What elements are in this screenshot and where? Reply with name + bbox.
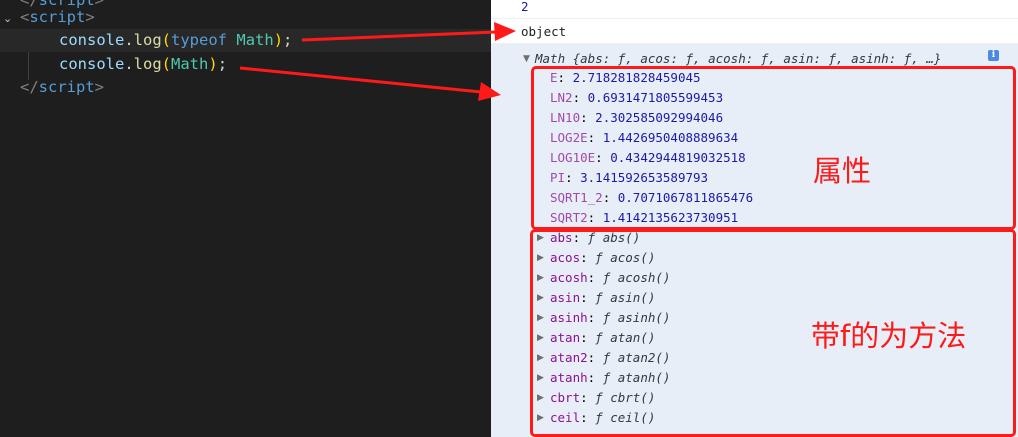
arrow-math-head	[478, 82, 501, 101]
arrow-typeof-line	[301, 30, 497, 42]
arrow-math-line	[239, 66, 482, 94]
arrow-typeof-head	[494, 22, 516, 41]
annotation-arrows	[239, 22, 516, 101]
